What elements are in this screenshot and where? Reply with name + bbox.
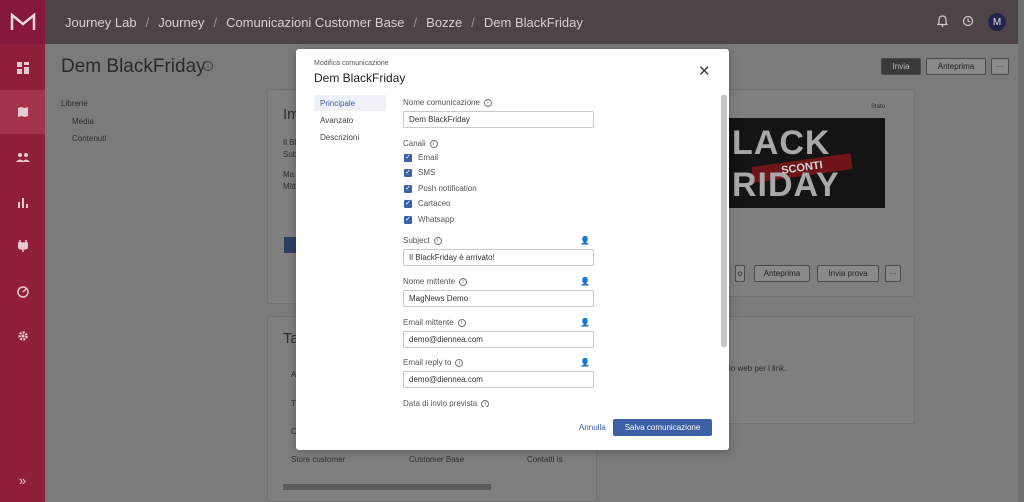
library-heading: Librerie: [61, 99, 88, 108]
info-icon[interactable]: i: [459, 277, 468, 286]
info-icon[interactable]: i: [457, 318, 466, 327]
plug-icon[interactable]: [0, 224, 45, 268]
modal-tabs: Principale Avanzato Descrizioni: [314, 95, 386, 146]
chart-icon[interactable]: [0, 180, 45, 224]
sender-email-label: Email mittente i: [403, 318, 466, 327]
breadcrumb-bozze[interactable]: Bozze: [426, 15, 462, 30]
personalize-icon[interactable]: 👤: [580, 277, 590, 286]
expand-sidebar-icon[interactable]: »: [0, 473, 45, 488]
channel-sms-checkbox[interactable]: ✓ SMS: [404, 168, 435, 177]
check-icon: ✓: [404, 168, 412, 177]
breadcrumb-current: Dem BlackFriday: [483, 14, 583, 30]
cancel-button[interactable]: Annulla: [579, 423, 606, 432]
bell-icon[interactable]: [936, 14, 949, 30]
info-icon[interactable]: i: [429, 139, 438, 148]
personalize-icon[interactable]: 👤: [580, 358, 590, 367]
magnews-logo[interactable]: [0, 0, 45, 44]
channels-label: Canali i: [403, 139, 438, 148]
channel-push-checkbox[interactable]: ✓ Push notification: [404, 184, 477, 193]
card-line: Il Bl: [283, 138, 297, 147]
sidebar: »: [0, 0, 45, 502]
check-icon: ✓: [404, 153, 412, 162]
modal-title: Dem BlackFriday: [314, 71, 406, 85]
background-button: o: [735, 265, 745, 282]
blackfriday-banner-image: LACK SCONTI RIDAY: [720, 118, 885, 208]
sender-name-input[interactable]: [403, 290, 594, 307]
sender-email-input[interactable]: [403, 331, 594, 348]
library-item-media[interactable]: Media: [72, 117, 106, 126]
edit-communication-modal: Modifica comunicazione Dem BlackFriday ✕…: [296, 49, 729, 450]
modal-form: Nome comunicazione i Canali i ✓Email ✓SM…: [403, 95, 713, 407]
dashboard-icon[interactable]: [0, 46, 45, 90]
modal-scrollbar[interactable]: [721, 95, 727, 347]
channel-whatsapp-checkbox[interactable]: ✓ Whatsapp: [404, 215, 454, 224]
close-icon[interactable]: ✕: [698, 64, 711, 79]
sender-name-label: Nome mittente i: [403, 277, 468, 286]
send-date-label: Data di invio prevista i: [403, 399, 490, 407]
tab-descrizioni[interactable]: Descrizioni: [314, 129, 386, 145]
info-icon[interactable]: i: [203, 61, 213, 71]
background-scrollbar: [283, 484, 491, 490]
gear-icon[interactable]: [0, 314, 45, 358]
users-icon[interactable]: [0, 135, 45, 179]
info-icon[interactable]: i: [455, 358, 464, 367]
reply-to-label: Email reply to i: [403, 358, 464, 367]
send-button[interactable]: Invia: [881, 58, 921, 75]
check-icon: ✓: [404, 199, 412, 208]
subject-label: Subject i: [403, 236, 442, 245]
check-icon: ✓: [404, 184, 412, 193]
channel-cartaceo-checkbox[interactable]: ✓ Cartaceo: [404, 199, 450, 208]
communication-name-input[interactable]: [403, 111, 594, 128]
page-title: Dem BlackFriday: [61, 56, 206, 77]
reply-to-input[interactable]: [403, 371, 594, 388]
tab-avanzato[interactable]: Avanzato: [314, 112, 386, 128]
breadcrumb-comunicazioni[interactable]: Comunicazioni Customer Base: [226, 15, 404, 30]
tab-principale[interactable]: Principale: [314, 95, 386, 111]
info-icon[interactable]: i: [481, 399, 490, 407]
background-preview-button: Anteprima: [754, 265, 810, 282]
modal-subtitle: Modifica comunicazione: [314, 60, 389, 67]
history-icon[interactable]: [962, 15, 974, 30]
personalize-icon[interactable]: 👤: [580, 236, 590, 245]
channel-email-checkbox[interactable]: ✓ Email: [404, 153, 438, 162]
background-test-button: Invia prova: [817, 265, 879, 282]
check-icon: ✓: [404, 215, 412, 224]
save-communication-button[interactable]: Salva comunicazione: [613, 419, 712, 436]
subject-input[interactable]: [403, 249, 594, 266]
background-more-button: ···: [885, 265, 901, 282]
banner-word: RIDAY: [732, 166, 840, 204]
card-line: Ma: [283, 170, 295, 179]
card-line: Mitt: [283, 182, 296, 191]
table-cell: Store customer: [291, 455, 346, 464]
map-icon[interactable]: [0, 90, 45, 134]
topbar: Journey Lab / Journey / Comunicazioni Cu…: [45, 0, 1018, 44]
library-panel: Librerie Media Contenuti: [61, 99, 106, 143]
background-button: [284, 237, 296, 253]
info-icon[interactable]: i: [433, 236, 442, 245]
table-cell: Customer Base: [409, 455, 465, 464]
table-cell: Contatti is: [527, 455, 563, 464]
page-scrollbar[interactable]: [1018, 0, 1024, 502]
library-item-contenuti[interactable]: Contenuti: [72, 134, 106, 143]
breadcrumb-journey-lab[interactable]: Journey Lab: [65, 15, 137, 30]
personalize-icon[interactable]: 👤: [580, 318, 590, 327]
avatar[interactable]: M: [988, 13, 1006, 31]
status-label: Stato: [871, 104, 886, 110]
card-text: io web per i link.: [729, 364, 787, 373]
name-label: Nome comunicazione i: [403, 98, 492, 107]
speedometer-icon[interactable]: [0, 270, 45, 314]
preview-button[interactable]: Anteprima: [926, 58, 986, 75]
info-icon[interactable]: i: [483, 98, 492, 107]
more-button[interactable]: ···: [991, 58, 1009, 75]
breadcrumb-journey[interactable]: Journey: [158, 15, 204, 30]
